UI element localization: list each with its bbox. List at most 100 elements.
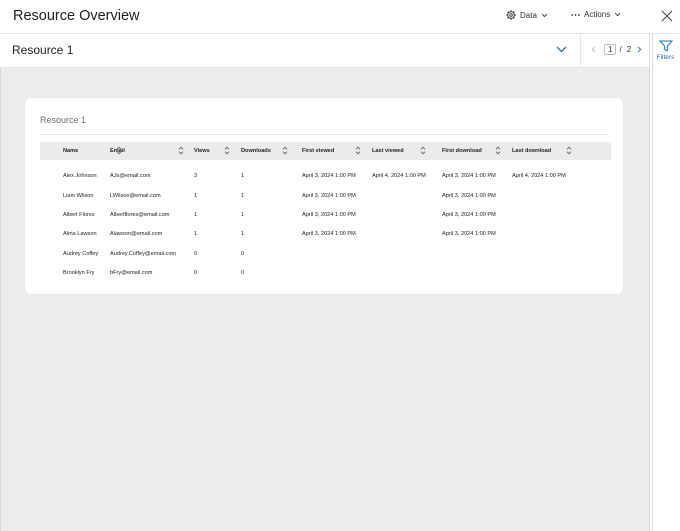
sort-icon[interactable] <box>178 146 184 155</box>
page-number-input[interactable]: 1 <box>604 44 617 55</box>
table-cell: April 3, 2024 1:00 PM <box>442 212 496 219</box>
filters-label: Filters <box>656 54 675 61</box>
column-header[interactable]: Email <box>110 142 194 160</box>
page-title: Resource Overview <box>13 8 140 24</box>
column-header[interactable]: First download <box>442 142 512 160</box>
close-icon[interactable] <box>660 9 674 23</box>
actions-menu-label: Actions <box>584 10 611 19</box>
chevron-left-icon[interactable] <box>591 46 596 53</box>
table-cell: April 3, 2024 1:00 PM <box>302 192 356 199</box>
chevron-down-icon <box>541 13 548 17</box>
divider <box>580 34 581 67</box>
column-header-label: First download <box>442 148 482 154</box>
table-cell: Alex Johnson <box>63 173 97 179</box>
rail-border <box>652 34 653 531</box>
card-title: Resource 1 <box>40 115 87 125</box>
column-header-label: Email <box>110 148 125 154</box>
table-cell <box>512 225 611 244</box>
chevron-down-icon[interactable] <box>556 46 567 53</box>
chevron-down-icon <box>614 12 621 17</box>
app-header: Resource Overview Data Actions <box>0 0 680 34</box>
column-header-label: Downloads <box>241 148 271 154</box>
sort-icon[interactable] <box>224 146 230 155</box>
table-cell: 1 <box>241 173 245 179</box>
resource-card: Resource 1 Name Email Views Downloads First … <box>25 98 623 294</box>
column-header[interactable]: Views <box>194 142 241 160</box>
filter-icon <box>658 40 673 52</box>
table-cell: LWilson@email.com <box>110 192 161 199</box>
sort-icon[interactable] <box>282 146 288 155</box>
table-cell: 3 <box>194 173 198 179</box>
table-cell <box>512 264 611 283</box>
sort-icon[interactable] <box>355 146 361 155</box>
table-cell: 1 <box>194 212 198 219</box>
sort-icon[interactable] <box>566 146 572 155</box>
column-header-label: Name <box>63 148 79 154</box>
table-cell: April 3, 2024 1:00 PM <box>302 231 356 238</box>
column-header-label: Views <box>194 148 210 154</box>
table-cell <box>442 264 512 283</box>
table-row[interactable]: Brooklyn Fry bFry@email.com 0 0 <box>40 264 611 283</box>
column-header[interactable]: Downloads <box>241 142 302 160</box>
table-cell <box>512 205 611 224</box>
card-divider <box>40 134 607 135</box>
table-cell: April 3, 2024 1:00 PM <box>442 173 496 179</box>
table-cell: AJs@email.com <box>110 173 151 179</box>
table-cell: April 3, 2024 1:00 PM <box>302 212 356 219</box>
table-cell: Audrey.Coffey@email.com <box>110 250 177 257</box>
table-cell: April 4, 2024 1:00 PM <box>512 173 566 179</box>
page-separator: / <box>619 45 622 54</box>
resource-bar: Resource 1 1 / 2 <box>0 34 649 68</box>
table-cell: April 3, 2024 1:00 PM <box>442 192 496 199</box>
filters-button[interactable]: Filters <box>650 34 680 67</box>
table-cell: 1 <box>241 231 245 238</box>
column-header[interactable]: First viewed <box>302 142 372 160</box>
data-menu-label: Data <box>520 10 537 20</box>
table-cell <box>372 186 442 205</box>
column-header-label: First viewed <box>302 148 335 154</box>
table-cell: Albertflores@email.com <box>110 212 170 219</box>
table-body: Alex Johnson AJs@email.com 3 1 April 3, 2024… <box>40 160 611 283</box>
table-cell: Albert Flores <box>63 212 95 219</box>
table-cell: April 3, 2024 1:00 PM <box>302 173 356 179</box>
table-row[interactable]: Albert Flores Albertflores@email.com 1 1 Apr… <box>40 205 611 224</box>
table-row[interactable]: Alma Lawson Alawson@email.com 1 1 April 3, 2… <box>40 225 611 244</box>
column-header[interactable]: Last viewed <box>372 142 442 160</box>
table-cell: Alma Lawson <box>63 231 97 238</box>
table-cell: 1 <box>194 231 198 238</box>
table-cell <box>302 264 372 283</box>
table-cell <box>372 264 442 283</box>
table-cell: 1 <box>194 192 198 199</box>
table-cell <box>372 225 442 244</box>
filters-rail: Filters <box>649 34 680 531</box>
sort-icon[interactable] <box>495 146 501 155</box>
table-cell <box>302 244 372 263</box>
page-total: 2 <box>626 45 632 54</box>
table-cell: 0 <box>194 250 198 257</box>
resource-selector-label: Resource 1 <box>12 43 74 57</box>
column-header[interactable]: Last download <box>512 142 611 160</box>
table-cell <box>372 244 442 263</box>
chevron-right-icon[interactable] <box>637 46 642 53</box>
resource-table: Name Email Views Downloads First viewed Last … <box>40 142 611 283</box>
actions-menu-button[interactable]: Actions <box>571 10 621 19</box>
table-cell: April 3, 2024 1:00 PM <box>442 231 496 238</box>
table-row[interactable]: Alex Johnson AJs@email.com 3 1 April 3, 2024… <box>40 160 611 186</box>
table-row[interactable]: Liam Wilson LWilson@email.com 1 1 April 3, 2… <box>40 186 611 205</box>
table-cell: Alawson@email.com <box>110 231 163 238</box>
column-header[interactable]: Name <box>40 142 122 160</box>
sort-icon[interactable] <box>420 146 426 155</box>
table-cell: bFry@email.com <box>110 270 153 277</box>
gear-icon <box>506 10 516 20</box>
table-cell: Liam Wilson <box>63 192 94 199</box>
main-area: Resource 1 Name Email Views Downloads First … <box>0 68 649 531</box>
data-menu-button[interactable]: Data <box>506 10 548 20</box>
table-header-row: Name Email Views Downloads First viewed Last … <box>40 142 611 160</box>
table-cell: 1 <box>241 212 245 219</box>
pager: 1 / 2 <box>591 44 642 55</box>
table-cell: 0 <box>241 270 245 277</box>
table-row[interactable]: Audrey Coffey Audrey.Coffey@email.com 0 0 <box>40 244 611 263</box>
table-cell: 0 <box>241 250 245 257</box>
column-header-label: Last viewed <box>372 148 404 154</box>
table-cell <box>512 186 611 205</box>
